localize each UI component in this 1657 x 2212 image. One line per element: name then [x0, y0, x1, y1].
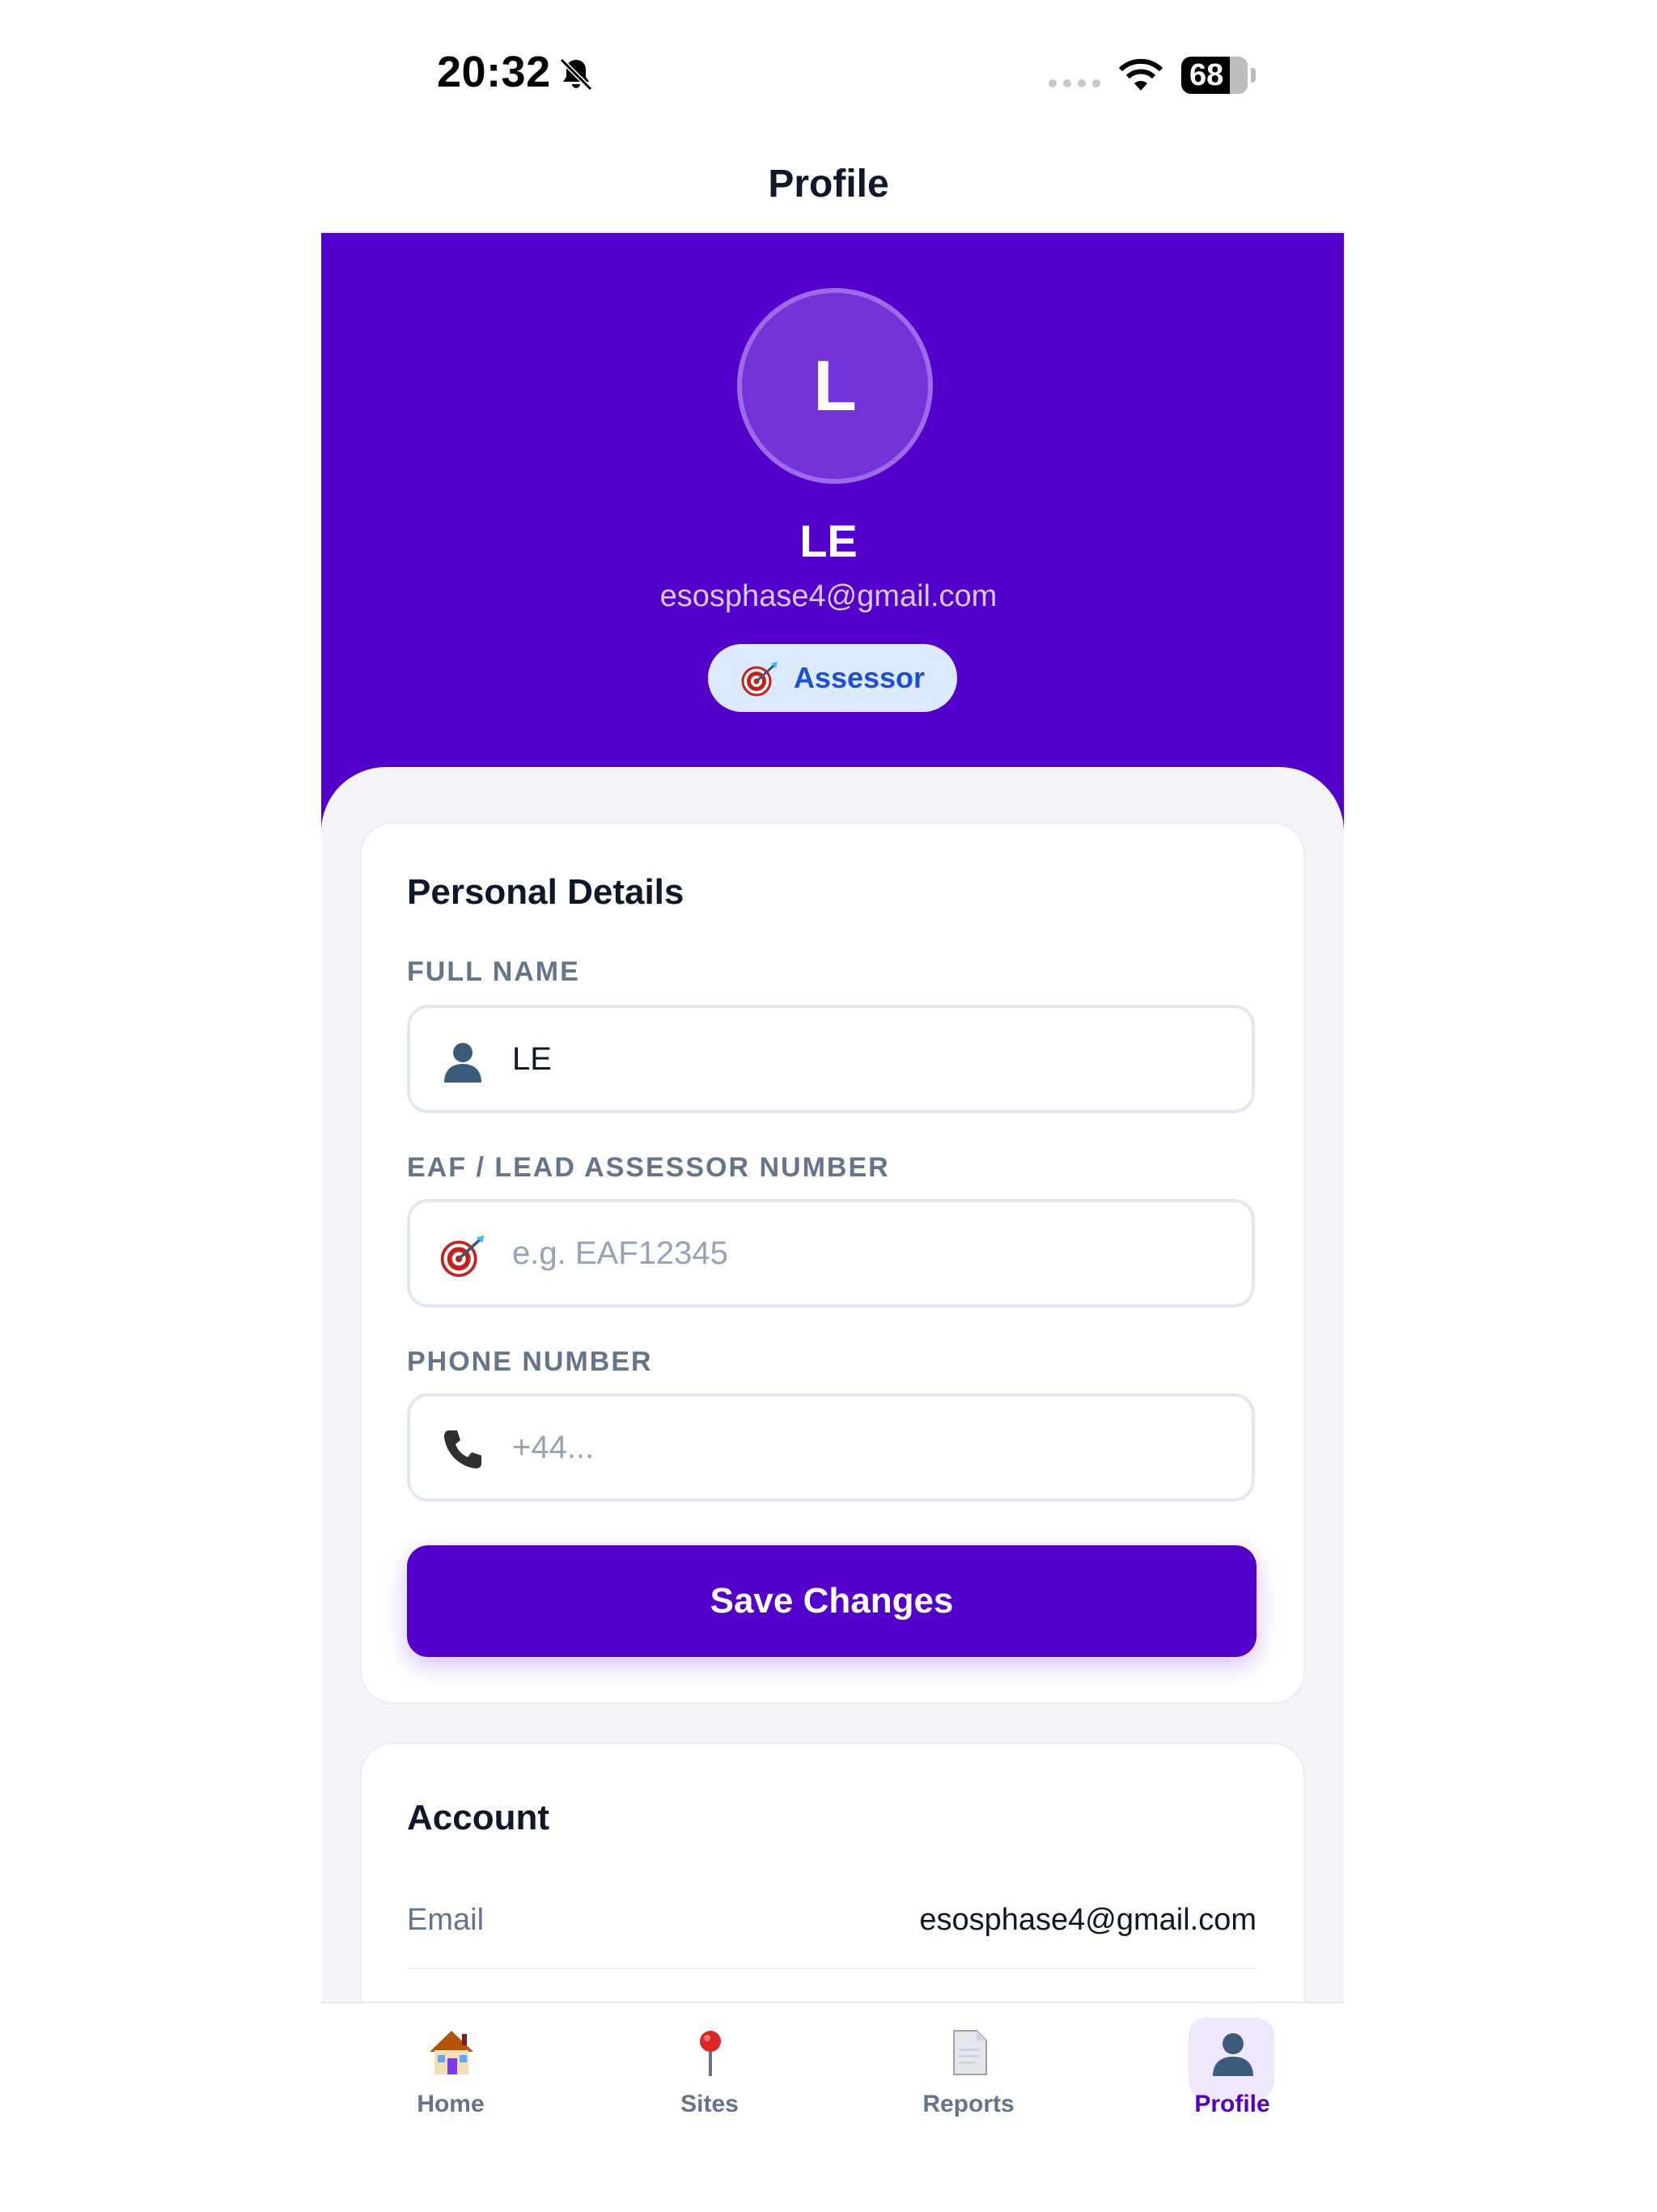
tab-home[interactable]: Home [370, 2018, 532, 2131]
account-row-divider [407, 1968, 1257, 1969]
wifi-icon [1118, 58, 1163, 91]
phone-icon [444, 1430, 481, 1468]
document-icon [953, 2030, 987, 2075]
profile-name: LE [799, 515, 858, 566]
tab-sites-label: Sites [680, 2091, 739, 2117]
full-name-label: FULL NAME [407, 956, 580, 987]
battery-icon: 68 [1181, 57, 1248, 94]
signal-icon [1049, 79, 1100, 87]
profile-email: esosphase4@gmail.com [659, 579, 998, 613]
target-icon [440, 1235, 485, 1278]
tab-reports[interactable]: Reports [888, 2018, 1049, 2131]
full-name-value: LE [512, 1041, 552, 1077]
role-badge: Assessor [708, 644, 957, 712]
phone-number-field[interactable]: +44... [407, 1393, 1255, 1502]
tab-profile-label: Profile [1194, 2091, 1270, 2117]
battery-tip [1251, 68, 1256, 83]
bell-slash-icon [559, 57, 593, 91]
account-email-label: Email [407, 1903, 485, 1937]
house-icon [430, 2031, 473, 2074]
save-changes-label: Save Changes [710, 1581, 954, 1621]
phone-number-placeholder: +44... [512, 1430, 595, 1465]
avatar-initial: L [813, 345, 857, 426]
avatar: L [737, 288, 933, 484]
full-name-field[interactable]: LE [407, 1005, 1255, 1113]
tab-profile[interactable]: Profile [1151, 2018, 1313, 2131]
role-label: Assessor [793, 661, 926, 694]
person-icon [444, 1043, 481, 1083]
account-title: Account [407, 1798, 549, 1837]
tab-sites[interactable]: Sites [629, 2018, 790, 2131]
page-title: Profile [768, 163, 889, 206]
assessor-number-label: EAF / LEAD ASSESSOR NUMBER [407, 1152, 890, 1183]
personal-details-title: Personal Details [407, 872, 684, 912]
save-changes-button[interactable]: Save Changes [407, 1545, 1257, 1657]
assessor-number-field[interactable]: e.g. EAF12345 [407, 1199, 1255, 1307]
phone-number-label: PHONE NUMBER [407, 1346, 653, 1377]
assessor-number-placeholder: e.g. EAF12345 [512, 1235, 728, 1271]
status-bar: 20:32 68 [0, 0, 1657, 146]
status-time: 20:32 [437, 48, 551, 96]
battery-level: 68 [1189, 57, 1224, 92]
pin-icon [700, 2031, 721, 2076]
target-icon [741, 662, 778, 697]
tab-reports-label: Reports [922, 2091, 1015, 2117]
person-icon [1213, 2033, 1253, 2076]
account-email-value: esosphase4@gmail.com [919, 1903, 1257, 1937]
tab-home-label: Home [417, 2091, 485, 2117]
